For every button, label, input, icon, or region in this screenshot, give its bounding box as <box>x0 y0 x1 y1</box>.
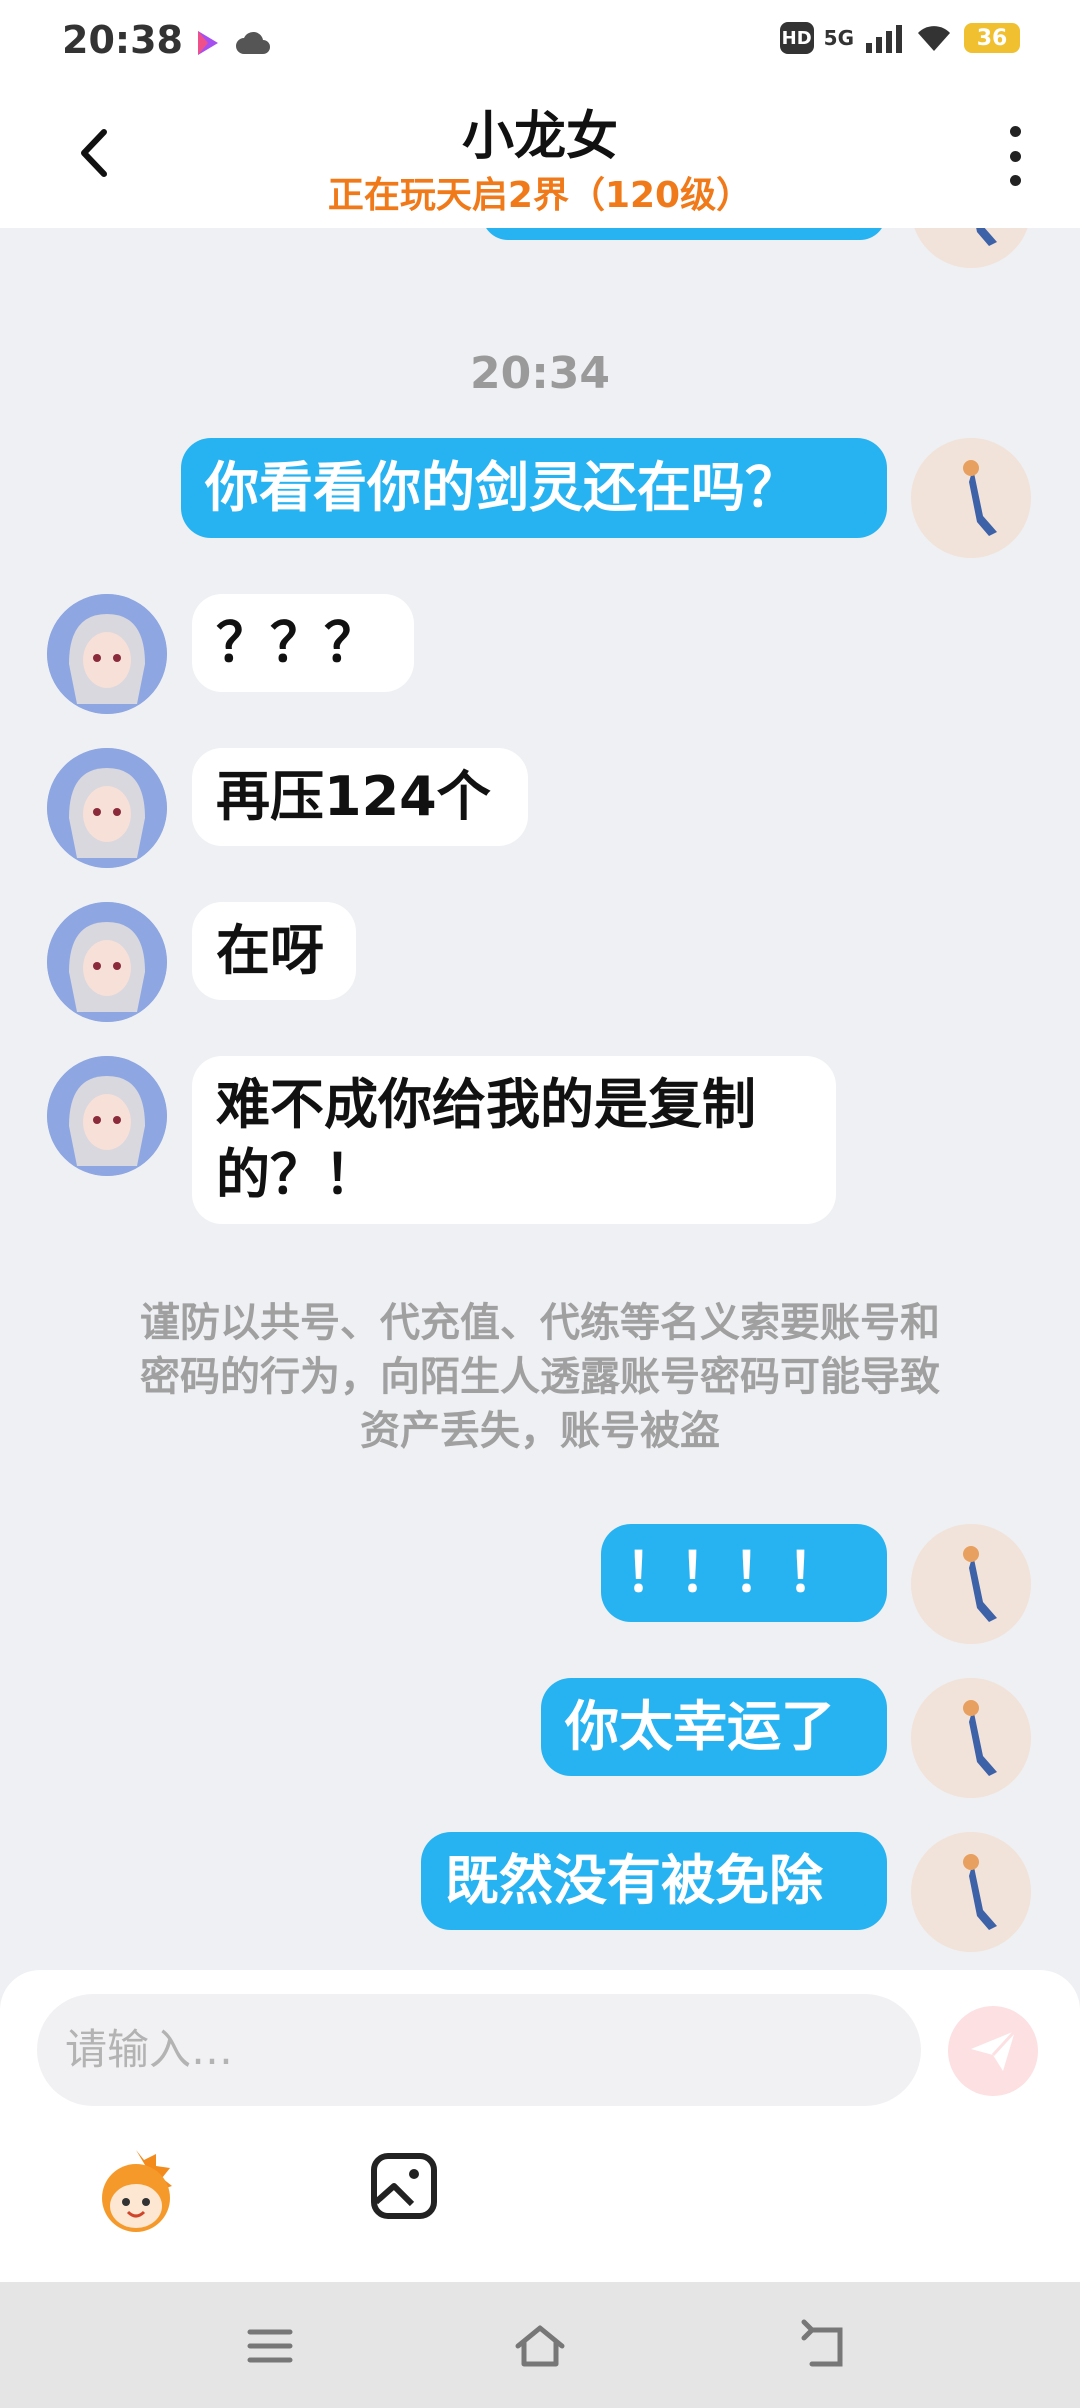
send-icon <box>971 2029 1017 2071</box>
input-bar: 请输入… <box>0 1970 1080 2282</box>
message-timestamp: 20:34 <box>469 348 611 399</box>
emoji-icon[interactable] <box>90 2146 182 2238</box>
cloud-icon <box>236 31 270 54</box>
hd-badge: HD <box>779 22 814 54</box>
contact-avatar[interactable] <box>47 748 167 868</box>
status-bar: 20:38 HD 5G 36 <box>0 0 1080 88</box>
notice-line: 谨防以共号、代充值、代练等名义索要账号和 <box>140 1300 940 1346</box>
signal-icon <box>866 25 902 53</box>
chat-messages[interactable]: 20:34 你看看你的剑灵还在吗？ ？？？ 再压124个 在呀 难不成你给我的是… <box>0 228 1080 1970</box>
battery-indicator: 36 <box>964 23 1020 53</box>
status-right: HD 5G 36 <box>779 22 1020 54</box>
message-bubble-sent[interactable]: 你太幸运了 <box>541 1678 887 1776</box>
home-icon[interactable] <box>512 2318 568 2374</box>
my-avatar[interactable] <box>911 1524 1031 1644</box>
contact-name: 小龙女 <box>461 107 618 167</box>
message-bubble-received[interactable]: 再压124个 <box>192 748 528 846</box>
menu-icon[interactable] <box>242 2318 298 2374</box>
my-avatar[interactable] <box>911 1678 1031 1798</box>
my-avatar[interactable] <box>911 438 1031 558</box>
image-icon[interactable] <box>368 2150 440 2222</box>
notice-line: 密码的行为，向陌生人透露账号密码可能导致 <box>140 1354 940 1400</box>
wifi-icon <box>918 26 950 51</box>
send-button[interactable] <box>948 2006 1038 2096</box>
message-bubble-received[interactable]: 在呀 <box>192 902 356 1000</box>
status-time: 20:38 <box>62 18 183 62</box>
message-bubble-sent[interactable]: 你看看你的剑灵还在吗？ <box>181 438 887 538</box>
contact-avatar[interactable] <box>47 1056 167 1176</box>
message-bubble-received[interactable]: ？？？ <box>192 594 414 692</box>
my-avatar[interactable] <box>911 1832 1031 1952</box>
message-line: 的？！ <box>216 1143 378 1206</box>
my-avatar[interactable] <box>911 228 1031 268</box>
message-bubble-received[interactable]: 难不成你给我的是复制 的？！ <box>192 1056 836 1224</box>
contact-avatar[interactable] <box>47 902 167 1022</box>
safety-notice: 谨防以共号、代充值、代练等名义索要账号和 密码的行为，向陌生人透露账号密码可能导… <box>80 1296 1000 1458</box>
message-bubble-sent[interactable]: 既然没有被免除 <box>421 1832 887 1930</box>
system-nav-bar <box>0 2282 1080 2408</box>
previous-message <box>482 228 886 240</box>
network-type: 5G <box>823 26 854 50</box>
message-bubble-sent[interactable]: ！！！！ <box>601 1524 887 1622</box>
back-nav-icon[interactable] <box>796 2318 852 2374</box>
message-input[interactable]: 请输入… <box>37 1994 921 2106</box>
chat-header: 小龙女 正在玩天启2界（120级） <box>0 88 1080 228</box>
notice-line: 资产丢失，账号被盗 <box>360 1408 720 1454</box>
contact-avatar[interactable] <box>47 594 167 714</box>
contact-status: 正在玩天启2界（120级） <box>327 175 753 216</box>
message-line: 难不成你给我的是复制 <box>216 1073 756 1136</box>
video-app-icon <box>198 31 218 55</box>
more-icon[interactable] <box>990 126 1040 186</box>
